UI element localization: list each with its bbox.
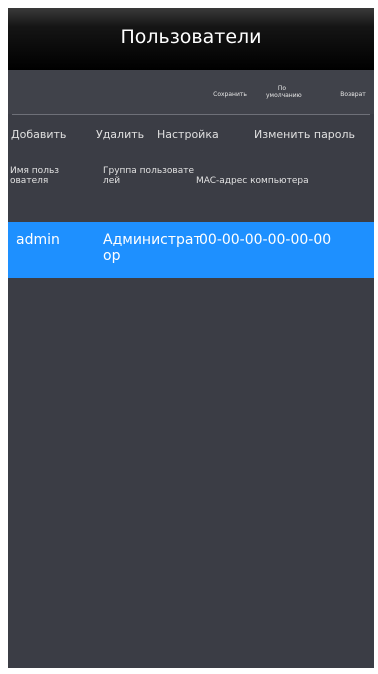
page-title: Пользователи [120,26,262,48]
default-button[interactable]: По умолчанию [266,85,302,99]
back-button[interactable]: Возврат [332,91,374,98]
toolbar: Сохранить По умолчанию Возврат [8,70,374,114]
change-password-button[interactable]: Изменить пароль [254,128,355,141]
title-bar: Пользователи [8,8,374,70]
cell-mac: 00-00-00-00-00-00 [199,232,332,248]
save-button[interactable]: Сохранить [200,91,260,98]
column-header-username: Имя пользователя [10,166,60,186]
toolbar-divider [12,114,370,115]
add-button[interactable]: Добавить [11,128,66,141]
column-header-group: Группа пользователей [103,166,195,186]
cell-group: Администратор [103,232,202,264]
users-screen: Пользователи Сохранить По умолчанию Возв… [8,8,374,668]
cell-username: admin [16,232,60,248]
column-header-mac: MAC-адрес компьютера [196,176,309,186]
table-row[interactable]: admin Администратор 00-00-00-00-00-00 [8,222,374,278]
action-bar: Добавить Удалить Настройка Изменить паро… [8,124,374,144]
delete-button[interactable]: Удалить [96,128,144,141]
settings-button[interactable]: Настройка [157,128,219,141]
